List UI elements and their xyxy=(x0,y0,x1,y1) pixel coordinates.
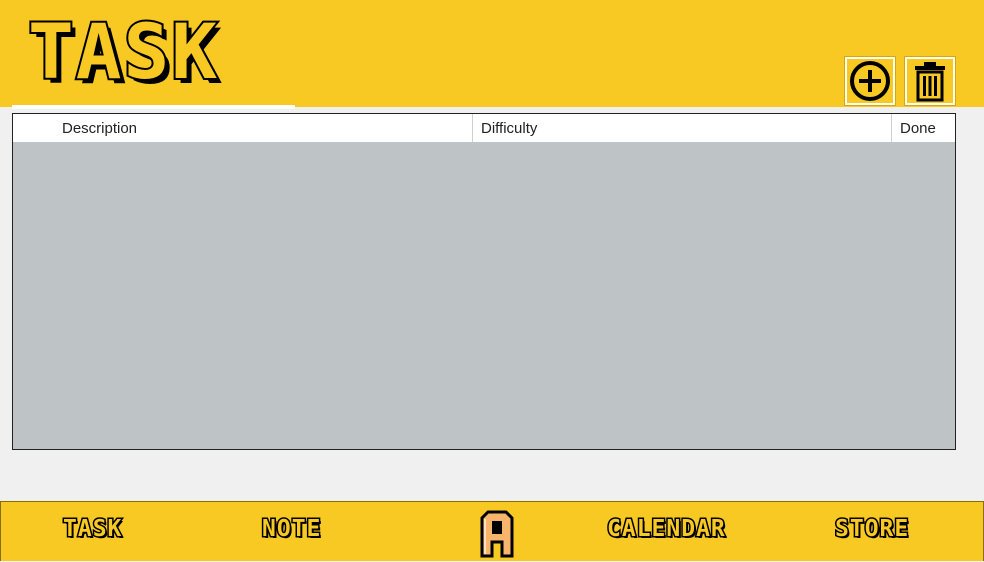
nav-item-home[interactable] xyxy=(478,508,516,558)
column-header-done[interactable]: Done xyxy=(892,114,955,142)
nav-item-calendar[interactable]: CALENDAR xyxy=(606,515,727,544)
title-underline xyxy=(12,105,295,109)
app-logo-icon xyxy=(480,510,514,558)
bottom-nav: TASK NOTE CALENDAR STORE xyxy=(0,501,984,561)
delete-task-button[interactable] xyxy=(904,56,956,106)
plus-circle-icon xyxy=(850,61,890,101)
column-header-description[interactable]: Description xyxy=(13,114,473,142)
nav-item-task[interactable]: TASK xyxy=(61,515,122,544)
task-table: Description Difficulty Done xyxy=(12,113,956,450)
table-header: Description Difficulty Done xyxy=(13,114,955,142)
nav-item-store[interactable]: STORE xyxy=(833,515,909,544)
trash-icon xyxy=(915,62,945,102)
add-task-button[interactable] xyxy=(844,56,896,106)
column-header-difficulty[interactable]: Difficulty xyxy=(473,114,892,142)
page-title: TASK xyxy=(26,7,220,96)
nav-item-note[interactable]: NOTE xyxy=(260,515,321,544)
